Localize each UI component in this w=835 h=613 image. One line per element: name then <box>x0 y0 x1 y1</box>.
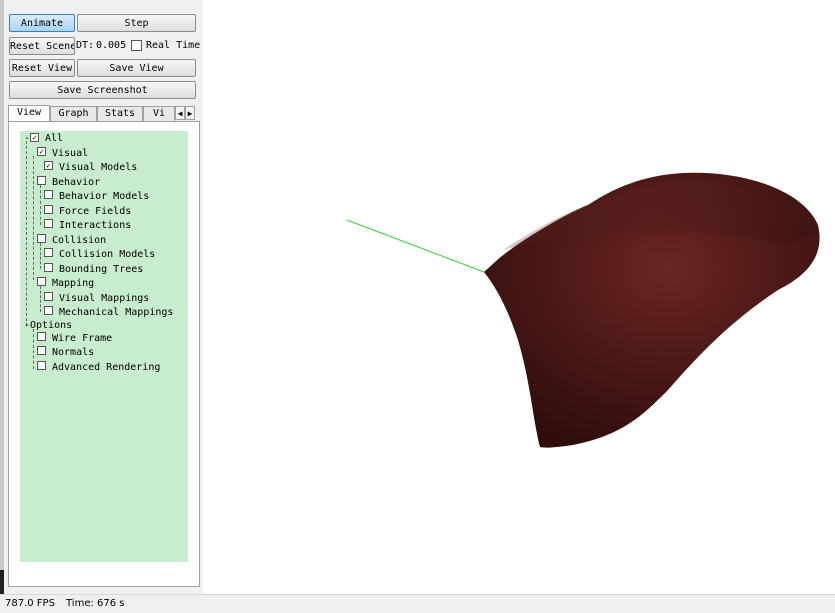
tree-item-wire-frame[interactable]: Wire Frame <box>52 333 112 345</box>
tree-checkbox-wire-frame[interactable] <box>37 332 46 341</box>
tree-checkbox-force-fields[interactable] <box>44 205 53 214</box>
3d-viewport[interactable] <box>203 0 835 594</box>
tab-stats[interactable]: Stats <box>97 106 143 121</box>
tree-checkbox-collision-models[interactable] <box>44 248 53 257</box>
tab-scroll-left-icon[interactable]: ◀ <box>175 106 185 120</box>
tree-item-behavior-models[interactable]: Behavior Models <box>59 191 149 203</box>
tab-graph[interactable]: Graph <box>50 106 97 121</box>
scene-canvas[interactable] <box>203 0 835 594</box>
step-button[interactable]: Step <box>77 14 196 32</box>
display-flags-tree: - ✓ All ✓ Visual ✓ Visual Models Behavio… <box>20 131 188 562</box>
tab-view[interactable]: View <box>8 105 50 122</box>
tree-item-visual[interactable]: Visual <box>52 148 88 160</box>
tree-item-behavior[interactable]: Behavior <box>52 177 100 189</box>
tree-checkbox-normals[interactable] <box>37 346 46 355</box>
tree-checkbox-visual[interactable]: ✓ <box>37 147 46 156</box>
tree-item-collision[interactable]: Collision <box>52 235 106 247</box>
tree-checkbox-visual-mappings[interactable] <box>44 292 53 301</box>
tree-item-force-fields[interactable]: Force Fields <box>59 206 131 218</box>
dt-label: DT: <box>76 40 95 51</box>
tree-checkbox-advanced-rendering[interactable] <box>37 361 46 370</box>
tree-item-normals[interactable]: Normals <box>52 347 94 359</box>
dt-input[interactable]: 0.005 <box>96 39 130 53</box>
tree-checkbox-all[interactable]: ✓ <box>30 133 39 142</box>
tree-branch-line <box>33 156 34 280</box>
tab-vi[interactable]: Vi <box>143 106 175 121</box>
tree-checkbox-visual-models[interactable]: ✓ <box>44 161 53 170</box>
tree-item-mapping[interactable]: Mapping <box>52 278 94 290</box>
status-bar: 787.0 FPS Time: 676 s <box>0 594 835 613</box>
tree-branch-line <box>40 243 41 269</box>
tree-checkbox-behavior[interactable] <box>37 176 46 185</box>
tree-checkbox-interactions[interactable] <box>44 219 53 228</box>
real-time-label: Real Time <box>146 40 201 51</box>
tree-checkbox-behavior-models[interactable] <box>44 190 53 199</box>
tree-branch-line <box>40 286 41 312</box>
time-readout: Time: 676 s <box>66 598 125 609</box>
reset-scene-button[interactable]: Reset Scene <box>9 37 75 55</box>
tree-item-options[interactable]: Options <box>30 320 72 332</box>
tree-item-advanced-rendering[interactable]: Advanced Rendering <box>52 362 160 374</box>
tab-scroll-right-icon[interactable]: ▶ <box>185 106 195 120</box>
real-time-checkbox[interactable] <box>131 40 142 51</box>
tree-item-mechanical-mappings[interactable]: Mechanical Mappings <box>59 307 173 319</box>
tree-item-collision-models[interactable]: Collision Models <box>59 249 155 261</box>
axis-line <box>346 219 485 273</box>
tree-checkbox-collision[interactable] <box>37 234 46 243</box>
control-panel: Animate Step Reset Scene DT: 0.005 Real … <box>4 0 203 594</box>
tree-item-all[interactable]: All <box>45 133 63 145</box>
tree-branch-line <box>26 141 27 326</box>
tree-item-interactions[interactable]: Interactions <box>59 220 131 232</box>
animate-button[interactable]: Animate <box>9 14 75 32</box>
tree-item-visual-models[interactable]: Visual Models <box>59 162 137 174</box>
tree-checkbox-bounding-trees[interactable] <box>44 263 53 272</box>
tab-bar: View Graph Stats Vi ◀ ▶ <box>8 105 201 122</box>
tree-branch-line <box>33 329 34 369</box>
tree-item-visual-mappings[interactable]: Visual Mappings <box>59 293 149 305</box>
tree-checkbox-mapping[interactable] <box>37 277 46 286</box>
tree-checkbox-mechanical-mappings[interactable] <box>44 306 53 315</box>
reset-view-button[interactable]: Reset View <box>9 59 75 77</box>
fps-readout: 787.0 FPS <box>5 598 55 609</box>
tree-branch-line <box>40 185 41 225</box>
tree-item-bounding-trees[interactable]: Bounding Trees <box>59 264 143 276</box>
save-view-button[interactable]: Save View <box>77 59 196 77</box>
save-screenshot-button[interactable]: Save Screenshot <box>9 81 196 99</box>
